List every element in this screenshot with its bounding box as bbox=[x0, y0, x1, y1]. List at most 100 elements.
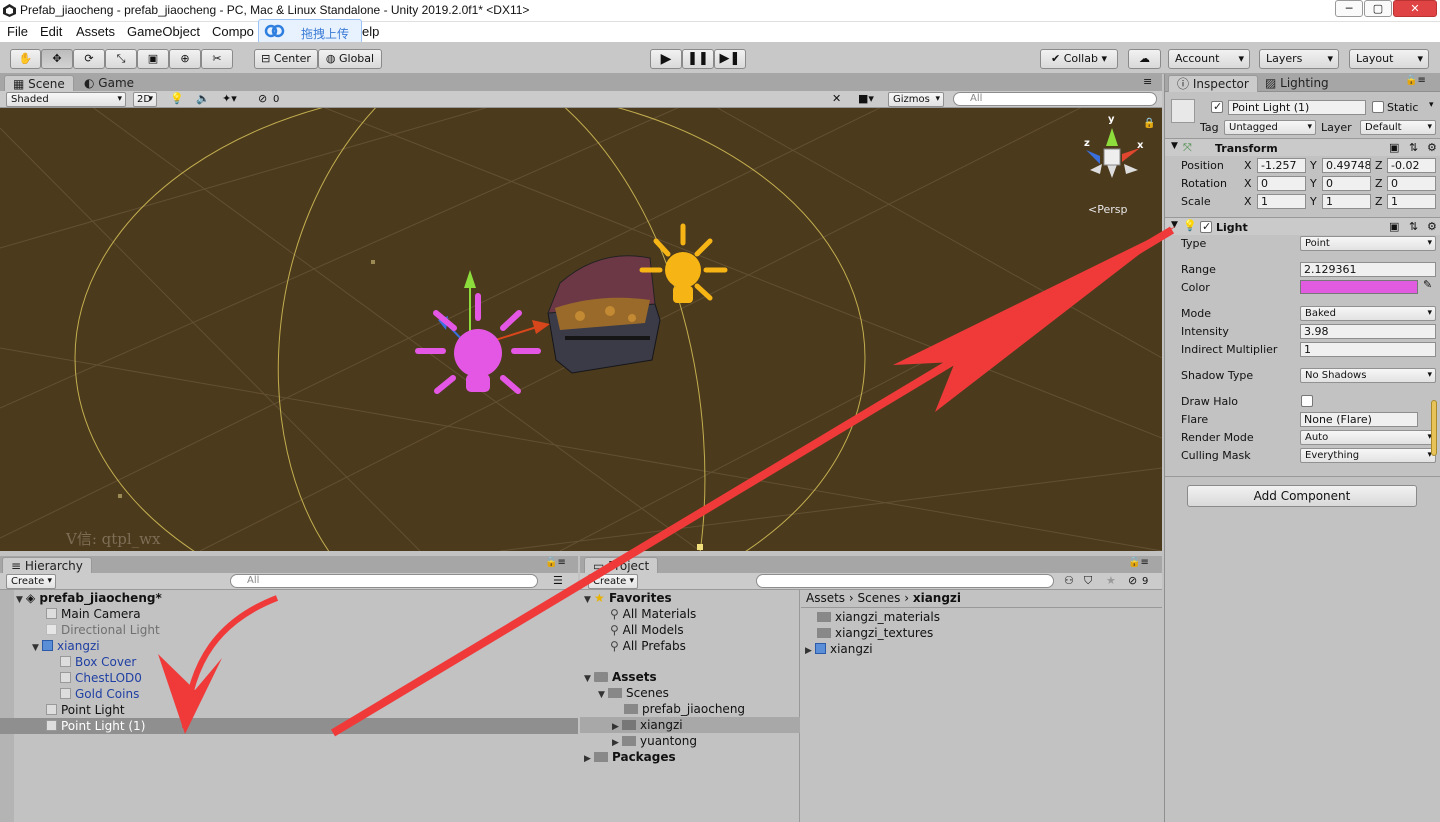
menu-edit[interactable]: Edit bbox=[40, 24, 62, 39]
favorites-row[interactable]: ▼ ★ Favorites bbox=[584, 590, 672, 606]
scale-tool-button[interactable]: ⤡ bbox=[105, 49, 137, 69]
folder-yuantong[interactable]: ▶ yuantong bbox=[612, 733, 697, 749]
breadcrumb-scenes[interactable]: Scenes bbox=[858, 591, 901, 605]
light-header[interactable]: ▼ 💡 Light ▣ ⇅ ⚙ bbox=[1165, 217, 1440, 235]
file-xiangzi-materials[interactable]: xiangzi_materials bbox=[817, 609, 940, 625]
expand-arrow-icon[interactable]: ▼ bbox=[32, 640, 42, 656]
tab-lighting[interactable]: ▨ Lighting bbox=[1257, 75, 1337, 92]
breadcrumb-xiangzi[interactable]: xiangzi bbox=[913, 591, 961, 605]
hierarchy-item-point-light-1[interactable]: Point Light (1) bbox=[0, 718, 578, 734]
scale-x-field[interactable]: 1 bbox=[1257, 194, 1306, 209]
shadow-type-dropdown[interactable]: No Shadows bbox=[1300, 368, 1436, 383]
help-icon[interactable]: ▣ bbox=[1389, 141, 1399, 154]
expand-arrow-icon[interactable]: ▼ bbox=[584, 671, 594, 687]
expand-arrow-icon[interactable]: ▼ bbox=[16, 592, 26, 608]
range-field[interactable]: 2.129361 bbox=[1300, 262, 1436, 277]
effects-toggle-icon[interactable]: ✦▾ bbox=[222, 92, 237, 105]
persp-label[interactable]: <Persp bbox=[1088, 203, 1127, 216]
scenes-row[interactable]: ▼ Scenes bbox=[598, 685, 669, 701]
lighting-toggle-icon[interactable]: 💡 bbox=[170, 92, 184, 105]
favorite-star-icon[interactable]: ★ bbox=[1106, 574, 1116, 587]
lock-icon[interactable]: 🔒 bbox=[1143, 118, 1155, 129]
search-by-label-icon[interactable]: ⛉ bbox=[1084, 574, 1092, 588]
rotate-tool-button[interactable]: ⟳ bbox=[73, 49, 105, 69]
menu-file[interactable]: File bbox=[7, 24, 28, 39]
expand-arrow-icon[interactable]: ▶ bbox=[584, 751, 594, 767]
hierarchy-item-chestlod0[interactable]: ChestLOD0 bbox=[60, 670, 142, 686]
menu-assets[interactable]: Assets bbox=[76, 24, 115, 39]
layer-dropdown[interactable]: Default bbox=[1360, 120, 1436, 135]
menu-help[interactable]: elp bbox=[362, 24, 379, 39]
file-xiangzi-prefab[interactable]: ▶ xiangzi bbox=[805, 641, 873, 657]
preset-icon[interactable]: ⇅ bbox=[1409, 220, 1418, 233]
layers-dropdown[interactable]: Layers ▾ bbox=[1259, 49, 1339, 69]
inspector-lock-icon[interactable]: 🔒≡ bbox=[1405, 75, 1426, 86]
hierarchy-item-box-cover[interactable]: Box Cover bbox=[60, 654, 136, 670]
intensity-field[interactable]: 3.98 bbox=[1300, 324, 1436, 339]
tools-toggle-icon[interactable]: ✕ bbox=[832, 92, 841, 105]
eyedropper-icon[interactable]: ✎ bbox=[1423, 278, 1432, 291]
mode-2d-toggle[interactable]: 2D bbox=[133, 92, 157, 107]
move-tool-button[interactable]: ✥ bbox=[41, 49, 73, 69]
render-mode-dropdown[interactable]: Auto bbox=[1300, 430, 1436, 445]
position-x-field[interactable]: -1.257 bbox=[1257, 158, 1306, 173]
static-dropdown-icon[interactable]: ▾ bbox=[1429, 100, 1434, 110]
pivot-global-button[interactable]: ◍ Global bbox=[318, 49, 382, 69]
hierarchy-search-input[interactable]: All bbox=[230, 574, 538, 588]
hierarchy-create-dropdown[interactable]: Create bbox=[6, 574, 56, 589]
hierarchy-filter-icon[interactable]: ☰ bbox=[553, 574, 563, 587]
layout-dropdown[interactable]: Layout ▾ bbox=[1349, 49, 1429, 69]
expand-arrow-icon[interactable]: ▶ bbox=[805, 643, 815, 659]
fav-all-models[interactable]: ⚲ All Models bbox=[610, 622, 684, 638]
project-create-dropdown[interactable]: Create bbox=[588, 574, 638, 589]
preset-icon[interactable]: ⇅ bbox=[1409, 141, 1418, 154]
orientation-gizmo[interactable] bbox=[1086, 128, 1140, 178]
camera-settings-icon[interactable]: ■▾ bbox=[858, 92, 874, 105]
help-icon[interactable]: ▣ bbox=[1389, 220, 1399, 233]
audio-toggle-icon[interactable]: 🔈 bbox=[196, 92, 210, 105]
folder-prefab-jiaocheng[interactable]: prefab_jiaocheng bbox=[624, 701, 745, 717]
folder-xiangzi[interactable]: ▶ xiangzi bbox=[580, 717, 800, 733]
settings-gear-icon[interactable]: ⚙ bbox=[1427, 141, 1437, 154]
fold-arrow-icon[interactable]: ▼ bbox=[1171, 220, 1178, 230]
transform-tool-button[interactable]: ⊕ bbox=[169, 49, 201, 69]
tab-scene[interactable]: ▦ Scene bbox=[4, 75, 74, 92]
object-name-field[interactable]: Point Light (1) bbox=[1228, 100, 1366, 115]
rotation-y-field[interactable]: 0 bbox=[1322, 176, 1371, 191]
culling-mask-dropdown[interactable]: Everything bbox=[1300, 448, 1436, 463]
scale-y-field[interactable]: 1 bbox=[1322, 194, 1371, 209]
inspector-scrollbar[interactable] bbox=[1431, 400, 1437, 456]
play-button[interactable]: ▶ bbox=[650, 49, 682, 69]
menu-component[interactable]: Compo bbox=[212, 24, 254, 39]
tag-dropdown[interactable]: Untagged bbox=[1224, 120, 1316, 135]
panel-menu-icon[interactable]: ≡ bbox=[1143, 75, 1152, 88]
settings-gear-icon[interactable]: ⚙ bbox=[1427, 220, 1437, 233]
cloud-button[interactable]: ☁ bbox=[1128, 49, 1161, 69]
hierarchy-lock-icon[interactable]: 🔒≡ bbox=[545, 557, 566, 568]
hidden-packages-icon[interactable]: ⊘ bbox=[1128, 574, 1137, 587]
light-mode-dropdown[interactable]: Baked bbox=[1300, 306, 1436, 321]
maximize-button[interactable]: ▢ bbox=[1364, 0, 1392, 17]
account-dropdown[interactable]: Account ▾ bbox=[1168, 49, 1250, 69]
project-lock-icon[interactable]: 🔒≡ bbox=[1128, 557, 1149, 568]
custom-tool-button[interactable]: ✂ bbox=[201, 49, 233, 69]
hierarchy-item-main-camera[interactable]: Main Camera bbox=[46, 606, 141, 622]
indirect-multiplier-field[interactable]: 1 bbox=[1300, 342, 1436, 357]
add-component-button[interactable]: Add Component bbox=[1187, 485, 1417, 507]
file-xiangzi-textures[interactable]: xiangzi_textures bbox=[817, 625, 933, 641]
position-z-field[interactable]: -0.02 bbox=[1387, 158, 1436, 173]
pause-button[interactable]: ❚❚ bbox=[682, 49, 714, 69]
rotation-x-field[interactable]: 0 bbox=[1257, 176, 1306, 191]
packages-row[interactable]: ▶ Packages bbox=[584, 749, 676, 765]
scene-view[interactable]: y x z 🔒 <Persp V信: qtpl_wx bbox=[0, 108, 1162, 551]
tab-hierarchy[interactable]: ≡ Hierarchy bbox=[2, 557, 92, 574]
pivot-center-button[interactable]: ⊟ Center bbox=[254, 49, 318, 69]
active-checkbox[interactable] bbox=[1211, 100, 1223, 113]
hierarchy-item-gold-coins[interactable]: Gold Coins bbox=[60, 686, 139, 702]
color-swatch[interactable] bbox=[1300, 280, 1418, 294]
scene-search-input[interactable]: All bbox=[953, 92, 1157, 106]
static-checkbox[interactable] bbox=[1372, 101, 1384, 113]
hierarchy-item-point-light[interactable]: Point Light bbox=[46, 702, 125, 718]
fold-arrow-icon[interactable]: ▼ bbox=[1171, 141, 1178, 151]
rect-tool-button[interactable]: ▣ bbox=[137, 49, 169, 69]
